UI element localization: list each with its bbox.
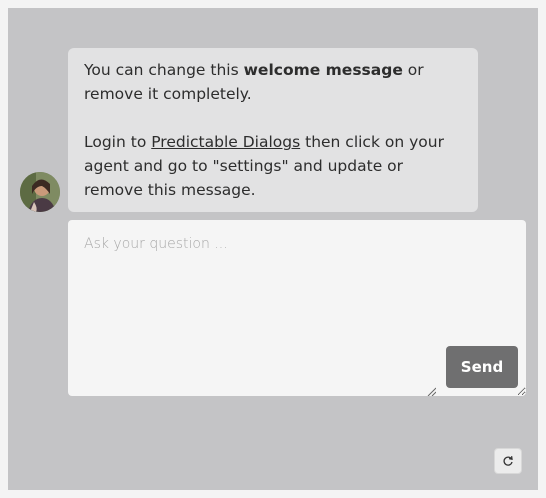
welcome-paragraph-1: You can change this welcome message or r… bbox=[84, 58, 462, 106]
refresh-button[interactable] bbox=[494, 448, 522, 474]
agent-avatar bbox=[20, 172, 60, 212]
resize-grip-icon[interactable] bbox=[426, 386, 436, 396]
chat-widget: You can change this welcome message or r… bbox=[8, 8, 538, 490]
message-composer: Send bbox=[68, 220, 526, 396]
welcome-text: You can change this bbox=[84, 61, 244, 79]
welcome-bold-text: welcome message bbox=[243, 61, 403, 79]
welcome-message-bubble: You can change this welcome message or r… bbox=[68, 48, 478, 212]
welcome-text: Login to bbox=[84, 133, 152, 151]
send-button[interactable]: Send bbox=[446, 346, 518, 388]
predictable-dialogs-link[interactable]: Predictable Dialogs bbox=[151, 133, 300, 151]
refresh-icon bbox=[503, 456, 513, 466]
welcome-paragraph-2: Login to Predictable Dialogs then click … bbox=[84, 130, 462, 202]
